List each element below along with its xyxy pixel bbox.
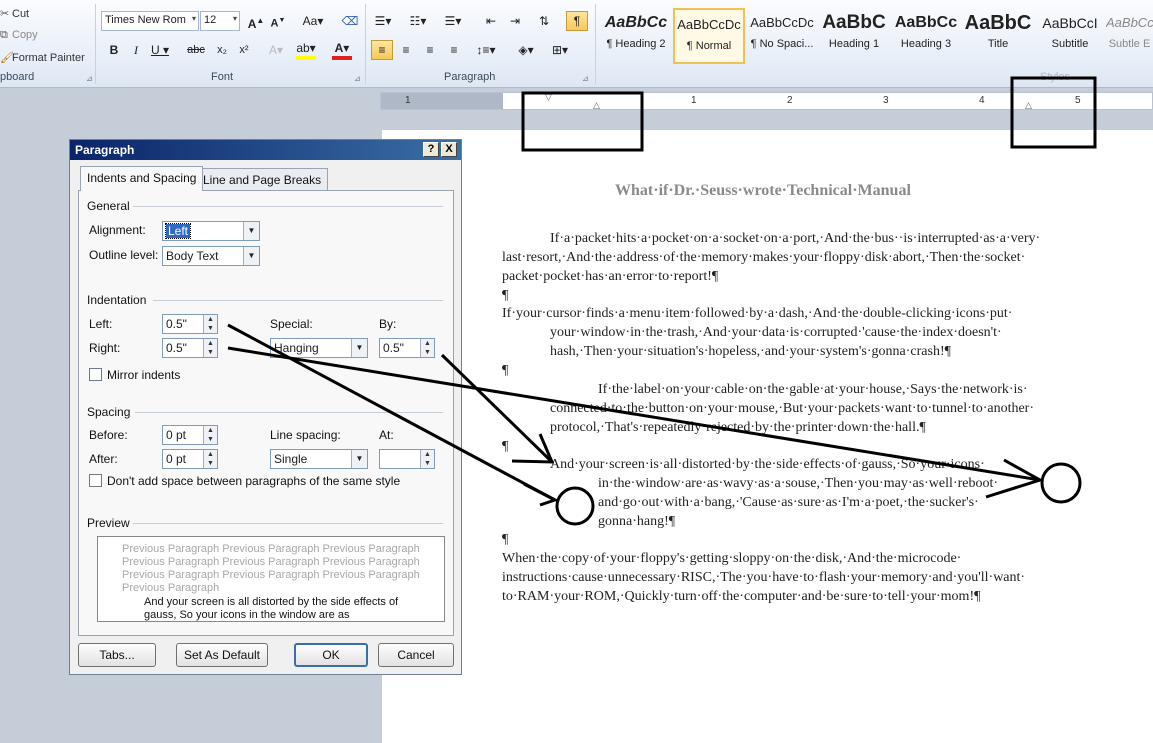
annotation-circle-left bbox=[555, 486, 595, 526]
annotation-box-right-indent bbox=[1010, 76, 1097, 149]
annotation-arrow-left-indent bbox=[227, 323, 556, 502]
annotation-circle-right bbox=[1040, 462, 1082, 504]
tab-indents-and-spacing[interactable]: Indents and Spacing bbox=[80, 166, 204, 191]
annotation-box-left-indent bbox=[521, 91, 644, 152]
annotation-arrowhead bbox=[523, 482, 559, 507]
annotation-overlay bbox=[227, 76, 1097, 526]
annotation-arrow-hanging bbox=[440, 353, 554, 464]
annotation-arrow-right-indent bbox=[227, 346, 1041, 482]
